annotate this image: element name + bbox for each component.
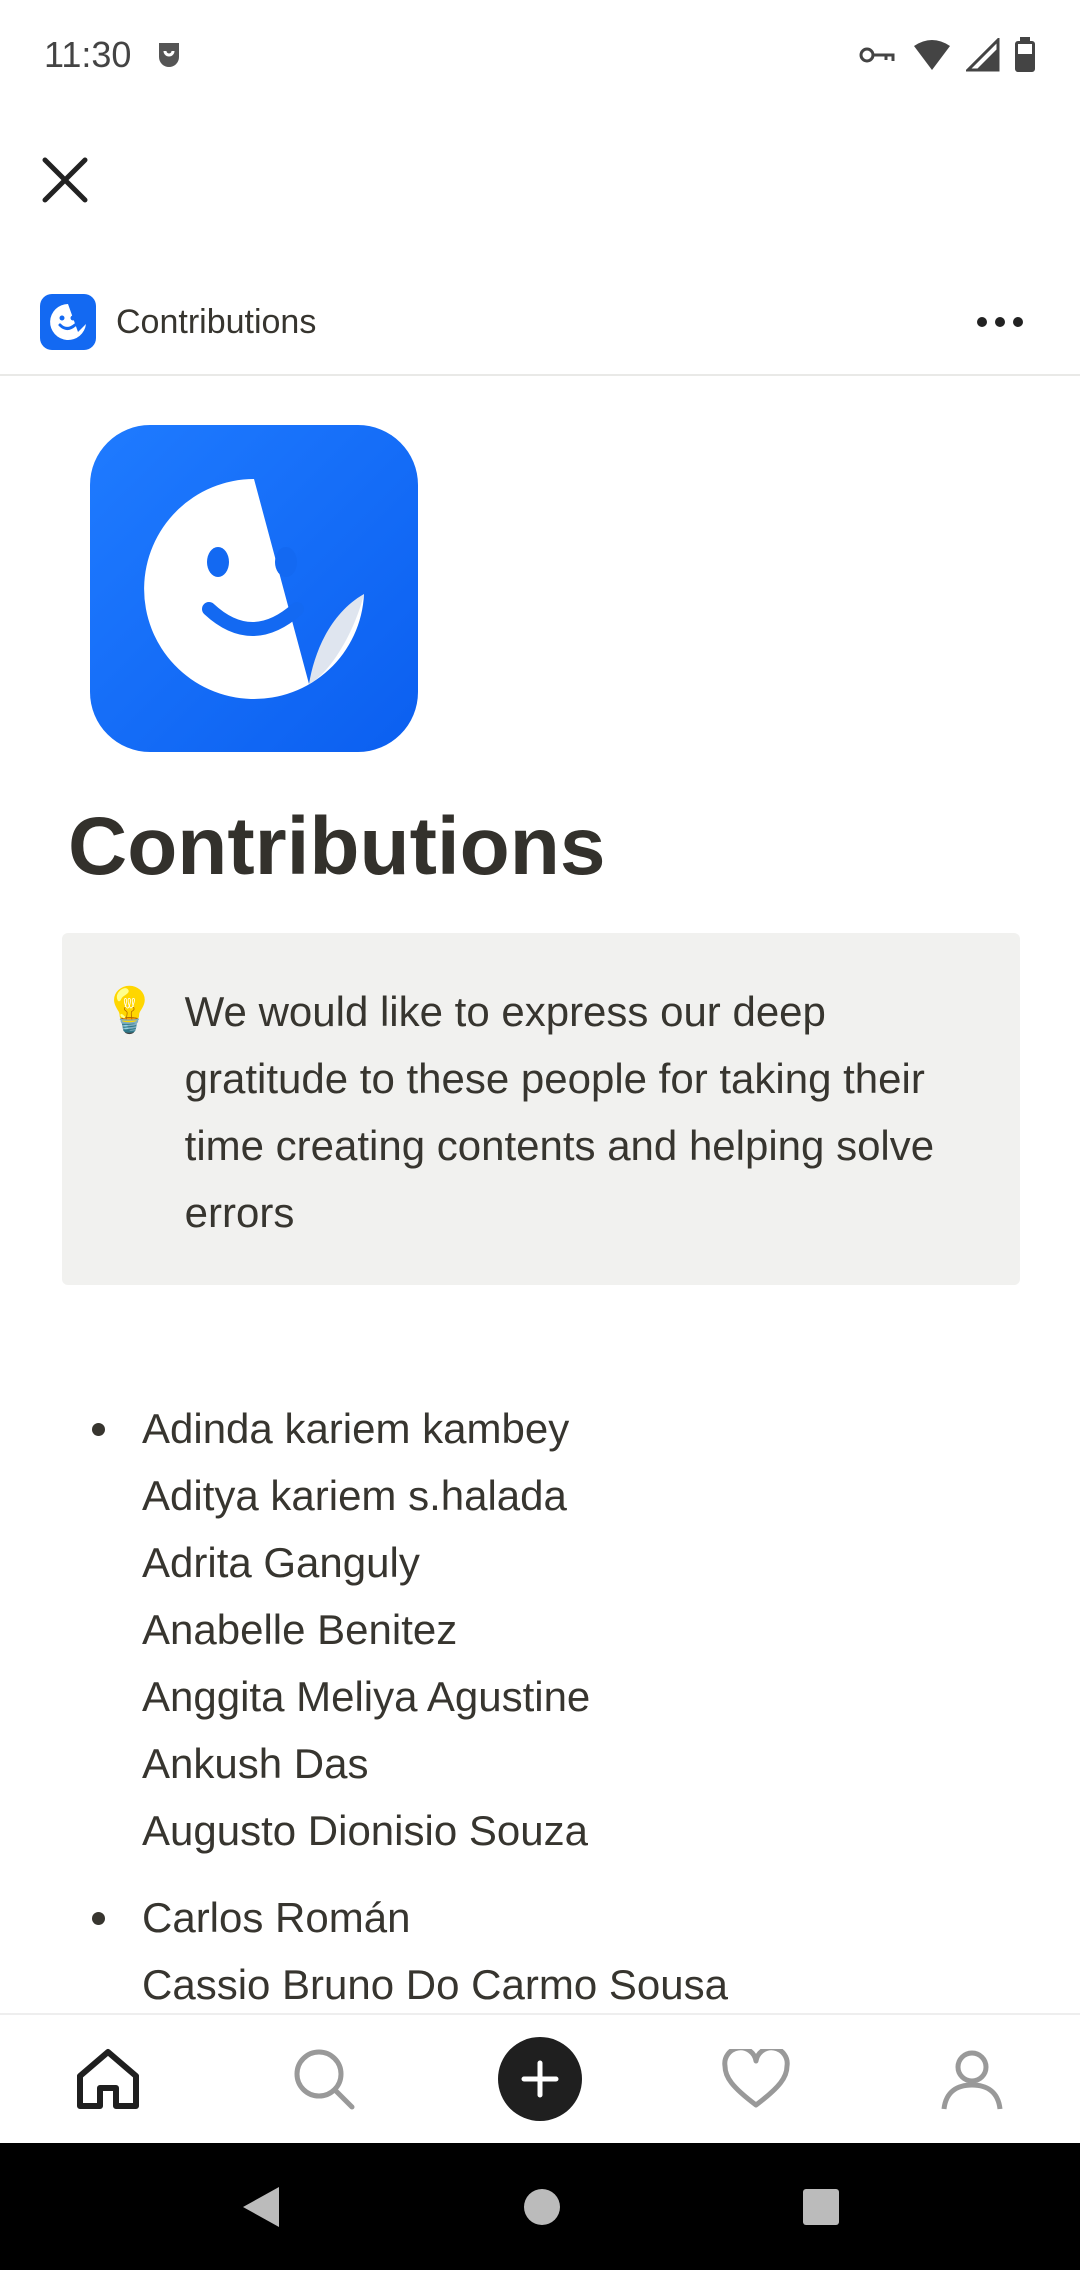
page-title: Contributions xyxy=(68,801,606,892)
heart-icon xyxy=(722,2049,790,2108)
screen: 11:30 Contributions Contributions 💡 We w… xyxy=(0,0,1080,2270)
battery-icon xyxy=(1015,37,1035,72)
nav-search-button[interactable] xyxy=(264,2019,384,2139)
bullet xyxy=(92,1912,105,1925)
nav-home-button[interactable] xyxy=(48,2019,168,2139)
status-time: 11:30 xyxy=(44,34,132,75)
contributors-list: Adinda kariem kambey Aditya kariem s.hal… xyxy=(0,1395,1080,2018)
close-button[interactable] xyxy=(30,145,100,215)
nav-add-button[interactable] xyxy=(480,2019,600,2139)
page-header: Contributions xyxy=(0,270,1080,376)
lightbulb-icon: 💡 xyxy=(102,986,157,1035)
vpn-key-icon xyxy=(859,47,895,63)
contributor-name: Cassio Bruno Do Carmo Sousa xyxy=(142,1961,728,2008)
bullet xyxy=(92,1423,105,1436)
bottom-navigation xyxy=(0,2013,1080,2143)
wifi-icon xyxy=(914,40,950,70)
signal-icon xyxy=(966,38,1000,72)
callout-block: 💡 We would like to express our deep grat… xyxy=(62,933,1020,1285)
page-icon xyxy=(90,425,418,752)
nav-profile-button[interactable] xyxy=(912,2019,1032,2139)
header-title[interactable]: Contributions xyxy=(116,303,316,342)
search-icon xyxy=(294,2049,355,2110)
contributor-name: Carlos Román xyxy=(142,1894,411,1941)
back-icon[interactable] xyxy=(239,2183,283,2231)
close-icon xyxy=(42,157,88,203)
callout-text: We would like to express our deep gratit… xyxy=(184,988,935,1236)
sticker-smile-icon xyxy=(40,294,96,350)
more-icon xyxy=(977,317,987,327)
profile-icon xyxy=(941,2050,1003,2110)
system-navigation-bar xyxy=(0,2143,1080,2270)
contributor-name: Adinda kariem kambey xyxy=(142,1405,570,1452)
status-bar: 11:30 xyxy=(0,0,1080,110)
add-icon xyxy=(521,2060,559,2098)
contributor-name: Ankush Das xyxy=(142,1740,369,1787)
contributor-name: Anggita Meliya Agustine xyxy=(142,1673,591,1720)
home-circle-icon[interactable] xyxy=(522,2187,562,2227)
contributor-name: Adrita Ganguly xyxy=(142,1539,420,1586)
list-item: Adinda kariem kambey Aditya kariem s.hal… xyxy=(0,1395,1080,1864)
contributor-name: Anabelle Benitez xyxy=(142,1606,458,1653)
contributor-name: Aditya kariem s.halada xyxy=(142,1472,567,1519)
contributor-name: Augusto Dionisio Souza xyxy=(142,1807,588,1854)
notification-icon xyxy=(159,43,180,67)
more-options-button[interactable] xyxy=(960,292,1040,352)
sticker-smile-icon xyxy=(144,478,364,699)
home-icon xyxy=(77,2049,139,2109)
list-item: Carlos Román Cassio Bruno Do Carmo Sousa xyxy=(0,1884,1080,2018)
nav-favorites-button[interactable] xyxy=(696,2019,816,2139)
recents-icon[interactable] xyxy=(801,2187,841,2227)
